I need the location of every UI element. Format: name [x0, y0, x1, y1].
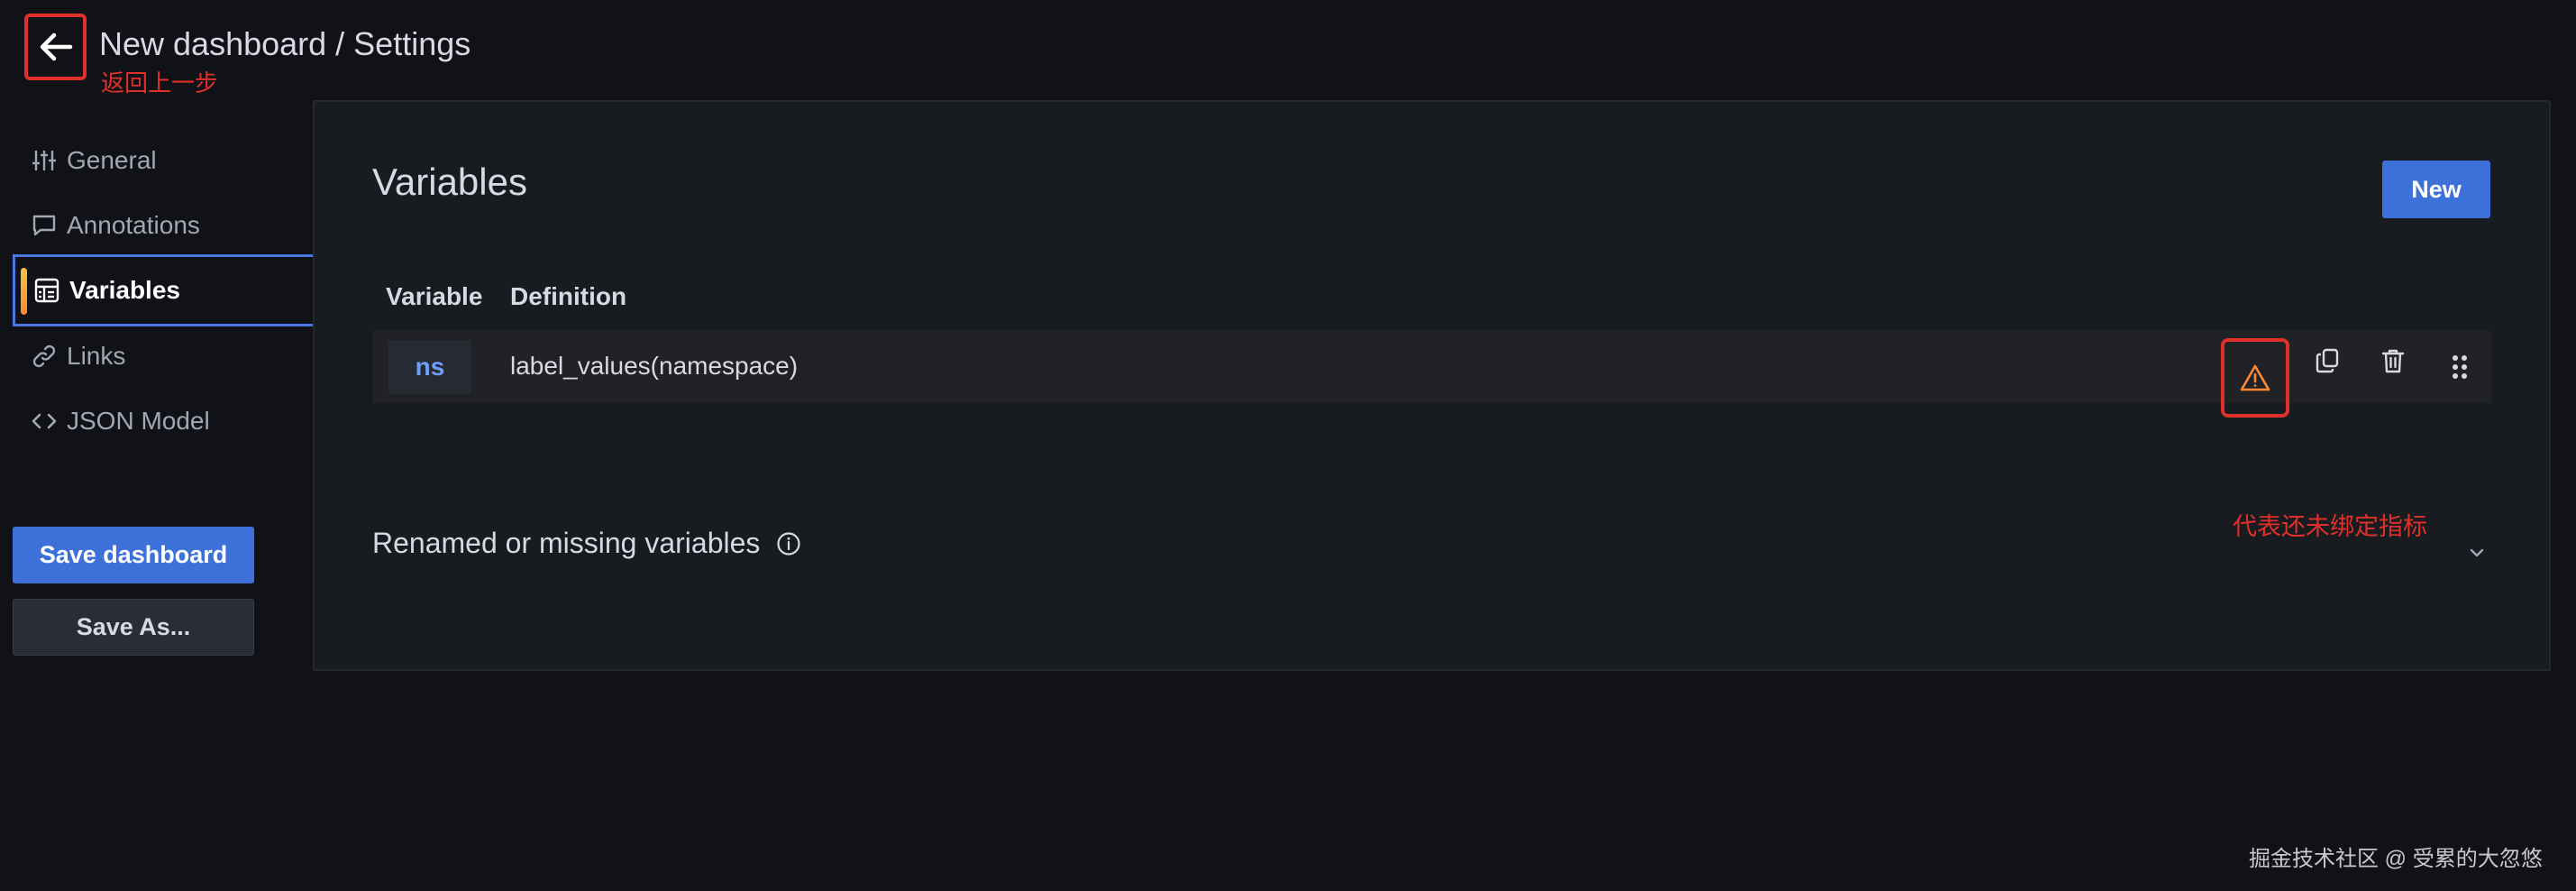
save-dashboard-button[interactable]: Save dashboard: [13, 527, 254, 583]
variables-table-icon: [33, 277, 60, 304]
sidebar-item-general[interactable]: General: [13, 124, 317, 197]
sidebar-item-links[interactable]: Links: [13, 320, 317, 392]
renamed-variables-section[interactable]: Renamed or missing variables: [372, 527, 801, 560]
duplicate-icon[interactable]: [2310, 343, 2346, 379]
info-icon: [776, 531, 801, 556]
watermark: 掘金技术社区 @ 受累的大忽悠: [2249, 847, 2543, 871]
arrow-left-icon: [40, 32, 72, 61]
sidebar-item-label: General: [67, 146, 157, 174]
sidebar-item-variables[interactable]: Variables: [13, 254, 317, 326]
code-icon: [31, 408, 58, 435]
trash-icon[interactable]: [2375, 343, 2411, 379]
warning-annotation-box: [2221, 338, 2289, 418]
page-title: New dashboard / Settings: [99, 25, 471, 62]
back-button[interactable]: [24, 14, 87, 80]
column-header-variable: Variable: [386, 282, 483, 310]
sidebar-item-label: JSON Model: [67, 407, 210, 435]
variable-definition: label_values(namespace): [510, 352, 799, 380]
chevron-down-icon[interactable]: [2459, 534, 2495, 570]
variable-name-link[interactable]: ns: [388, 340, 471, 394]
comment-icon: [31, 212, 58, 239]
sidebar-item-label: Variables: [69, 276, 180, 304]
renamed-variables-title: Renamed or missing variables: [372, 527, 761, 559]
warning-annotation-text: 代表还未绑定指标: [2233, 513, 2427, 540]
sidebar-item-label: Links: [67, 342, 126, 370]
sidebar-item-json-model[interactable]: JSON Model: [13, 385, 317, 457]
save-as-button[interactable]: Save As...: [13, 599, 254, 656]
sliders-icon: [31, 147, 58, 174]
variables-title: Variables: [372, 161, 527, 203]
new-variable-button[interactable]: New: [2382, 161, 2490, 218]
sidebar-item-label: Annotations: [67, 211, 200, 239]
drag-handle-icon[interactable]: [2442, 349, 2478, 385]
sidebar-item-annotations[interactable]: Annotations: [13, 189, 317, 262]
warning-icon[interactable]: [2237, 360, 2273, 396]
active-indicator: [21, 268, 27, 315]
link-icon: [31, 343, 58, 370]
back-annotation: 返回上一步: [101, 69, 219, 96]
column-header-definition: Definition: [510, 282, 627, 310]
